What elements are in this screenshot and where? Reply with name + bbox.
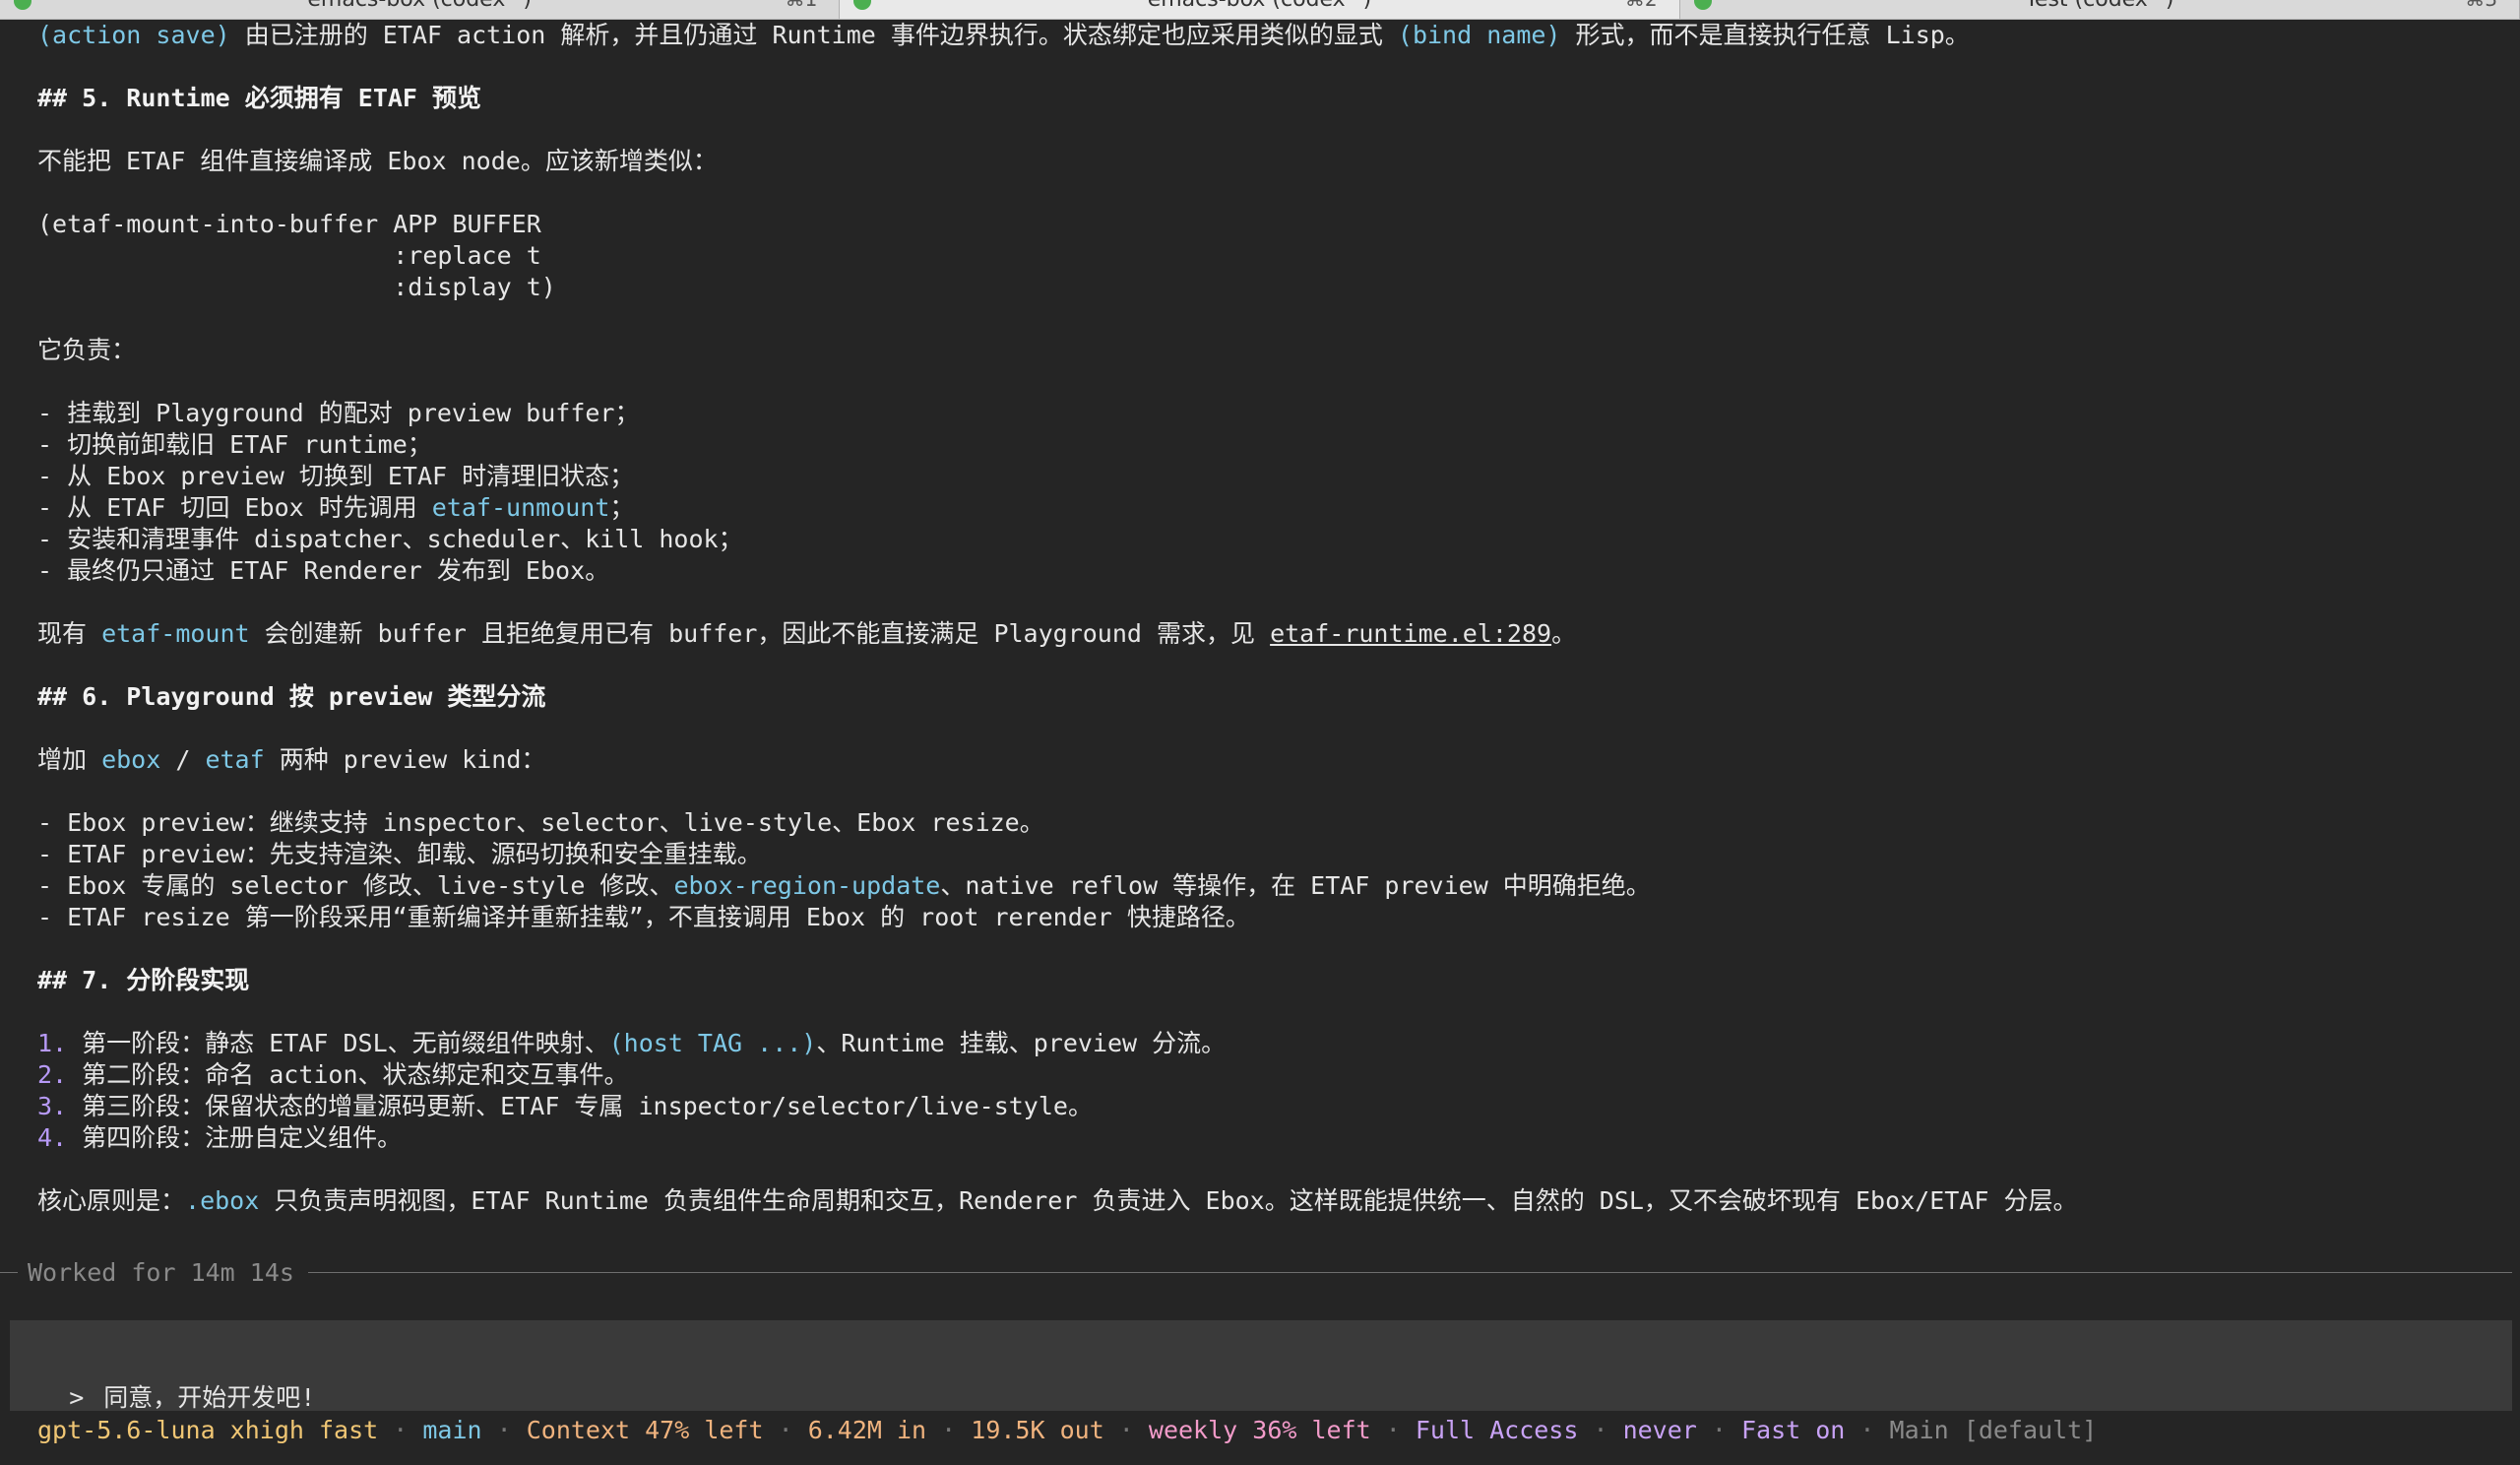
tab-2[interactable]: emacs-box (codex *) ⌘2 [840, 0, 1680, 19]
code-line: (etaf-mount-into-buffer APP BUFFER [37, 210, 541, 238]
transcript-line: (action save) 由已注册的 ETAF action 解析，并且仍通过… [37, 20, 2498, 51]
paragraph: 不能把 ETAF 组件直接编译成 Ebox node。应该新增类似： [37, 147, 718, 175]
text-span: 、Runtime 挂载、preview 分流。 [816, 1029, 1227, 1057]
paragraph: 现有 etaf-mount 会创建新 buffer 且拒绝复用已有 buffer… [37, 618, 2498, 650]
code-line: :display t) [37, 273, 556, 301]
status-separator: · [1845, 1416, 1890, 1444]
list-item: 4. 第四阶段：注册自定义组件。 [37, 1122, 2498, 1154]
code-span: (action save) [37, 21, 230, 49]
list-item: 1. 第一阶段：静态 ETAF DSL、无前缀组件映射、(host TAG ..… [37, 1028, 2498, 1059]
paragraph: 核心原则是：.ebox 只负责声明视图，ETAF Runtime 负责组件生命周… [37, 1185, 2498, 1217]
worked-separator: Worked for 14m 14s [0, 1256, 2512, 1288]
code-span: etaf-unmount [431, 493, 610, 522]
list-number: 2. [37, 1060, 68, 1089]
status-access-mode: Full Access [1415, 1416, 1579, 1444]
status-bar: gpt-5.6-luna xhigh fast · main · Context… [37, 1415, 2097, 1446]
section-heading: ## 5. Runtime 必须拥有 ETAF 预览 [37, 84, 482, 112]
list-item: 3. 第三阶段：保留状态的增量源码更新、ETAF 专属 inspector/se… [37, 1091, 2498, 1122]
prompt-chevron-icon: > [69, 1383, 85, 1412]
text-span: - 从 ETAF 切回 Ebox 时先调用 [37, 493, 432, 522]
status-fast-mode: Fast on [1741, 1416, 1846, 1444]
code-span: etaf [205, 745, 265, 774]
list-number: 3. [37, 1092, 68, 1120]
status-tokens-out: 19.5K out [971, 1416, 1104, 1444]
file-link[interactable]: etaf-runtime.el:289 [1270, 619, 1551, 648]
list-item: - ETAF preview：先支持渲染、卸载、源码切换和安全重挂载。 [37, 840, 762, 868]
list-item: - ETAF resize 第一阶段采用“重新编译并重新挂载”，不直接调用 Eb… [37, 903, 1250, 931]
list-item: - 挂载到 Playground 的配对 preview buffer； [37, 399, 640, 427]
tab-3[interactable]: Test (codex *) ⌘3 [1680, 0, 2520, 19]
code-span: etaf-mount [101, 619, 250, 648]
status-separator: · [1370, 1416, 1416, 1444]
text-span: 、native reflow 等操作，在 ETAF preview 中明确拒绝。 [940, 871, 1651, 900]
status-profile: Main [default] [1889, 1416, 2098, 1444]
text-span: 第一阶段：静态 ETAF DSL、无前缀组件映射、 [67, 1029, 609, 1057]
text-span: 第四阶段：注册自定义组件。 [67, 1123, 403, 1152]
status-approval: never [1622, 1416, 1697, 1444]
tab-title: Test (codex *) [1680, 0, 2519, 12]
tab-bar: emacs-box (codex *) ⌘1 emacs-box (codex … [0, 0, 2520, 20]
code-line: :replace t [37, 241, 541, 270]
status-weekly-limit: weekly 36% left [1148, 1416, 1371, 1444]
transcript: (action save) 由已注册的 ETAF action 解析，并且仍通过… [37, 20, 2498, 1217]
list-item: - 从 ETAF 切回 Ebox 时先调用 etaf-unmount； [37, 492, 2498, 524]
text-span: 现有 [37, 619, 102, 648]
tab-title: emacs-box (codex *) [0, 0, 839, 12]
text-span: 由已注册的 ETAF action 解析，并且仍通过 Runtime 事件边界执… [229, 21, 1398, 49]
status-separator: · [926, 1416, 972, 1444]
paragraph: 它负责： [37, 336, 137, 364]
list-item: - 切换前卸载旧 ETAF runtime； [37, 430, 432, 459]
status-tokens-in: 6.42M in [807, 1416, 927, 1444]
status-separator: · [1103, 1416, 1149, 1444]
tab-shortcut: ⌘2 [1625, 0, 1658, 11]
status-model: gpt-5.6-luna xhigh fast [37, 1416, 379, 1444]
separator-rule [0, 1271, 18, 1273]
text-span: 只负责声明视图，ETAF Runtime 负责组件生命周期和交互，Rendere… [259, 1186, 2078, 1215]
list-number: 4. [37, 1123, 68, 1152]
text-span: ； [609, 493, 635, 522]
separator-rule [307, 1271, 2512, 1273]
code-span: .ebox [185, 1186, 260, 1215]
list-item: - 安装和清理事件 dispatcher、scheduler、kill hook… [37, 525, 743, 553]
tab-shortcut: ⌘1 [786, 0, 818, 11]
text-span: 第三阶段：保留状态的增量源码更新、ETAF 专属 inspector/selec… [67, 1092, 1093, 1120]
code-span: ebox-region-update [673, 871, 941, 900]
status-branch: main [422, 1416, 482, 1444]
status-separator: · [763, 1416, 808, 1444]
section-heading: ## 6. Playground 按 preview 类型分流 [37, 682, 546, 711]
status-separator: · [378, 1416, 423, 1444]
message-composer[interactable]: > 同意，开始开发吧! [10, 1320, 2512, 1412]
text-span: 形式，而不是直接执行任意 Lisp。 [1560, 21, 1970, 49]
list-item: 2. 第二阶段：命名 action、状态绑定和交互事件。 [37, 1059, 2498, 1091]
paragraph: 增加 ebox / etaf 两种 preview kind： [37, 744, 2498, 776]
tab-1[interactable]: emacs-box (codex *) ⌘1 [0, 0, 841, 19]
code-span: (bind name) [1397, 21, 1561, 49]
text-span: 增加 [37, 745, 102, 774]
code-span: (host TAG ...) [608, 1029, 817, 1057]
text-span: - Ebox 专属的 selector 修改、live-style 修改、 [37, 871, 674, 900]
tab-shortcut: ⌘3 [2465, 0, 2497, 11]
composer-input[interactable]: 同意，开始开发吧! [103, 1383, 315, 1412]
code-span: ebox [101, 745, 161, 774]
list-item: - Ebox 专属的 selector 修改、live-style 修改、ebo… [37, 870, 2498, 902]
status-separator: · [481, 1416, 527, 1444]
list-item: - Ebox preview：继续支持 inspector、selector、l… [37, 808, 1044, 837]
list-item: - 从 Ebox preview 切换到 ETAF 时清理旧状态； [37, 462, 635, 490]
text-span: 第二阶段：命名 action、状态绑定和交互事件。 [67, 1060, 629, 1089]
text-span: 核心原则是： [37, 1186, 186, 1215]
tab-title: emacs-box (codex *) [840, 0, 1678, 12]
text-span: / [160, 745, 206, 774]
list-item: - 最终仍只通过 ETAF Renderer 发布到 Ebox。 [37, 556, 610, 585]
status-context: Context 47% left [526, 1416, 764, 1444]
list-number: 1. [37, 1029, 68, 1057]
text-span: 。 [1551, 619, 1577, 648]
status-separator: · [1578, 1416, 1623, 1444]
text-span: 两种 preview kind： [264, 745, 546, 774]
text-span: 会创建新 buffer 且拒绝复用已有 buffer，因此不能直接满足 Play… [249, 619, 1271, 648]
status-separator: · [1696, 1416, 1741, 1444]
section-heading: ## 7. 分阶段实现 [37, 966, 250, 994]
worked-duration: Worked for 14m 14s [28, 1257, 294, 1287]
